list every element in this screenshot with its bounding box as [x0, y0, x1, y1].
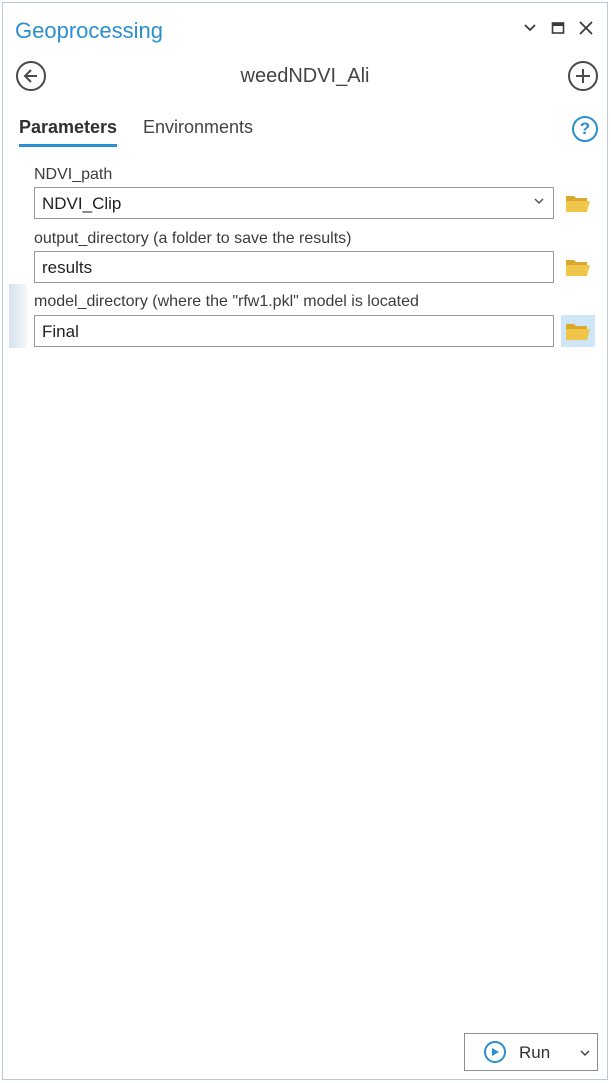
ndvi-path-value: NDVI_Clip — [42, 194, 122, 213]
folder-icon — [566, 260, 590, 276]
play-icon — [484, 1041, 506, 1063]
run-label: Run — [519, 1043, 551, 1062]
tab-parameters[interactable]: Parameters — [19, 117, 118, 147]
folder-icon — [566, 324, 590, 340]
tool-header: weedNDVI_Ali — [3, 61, 607, 97]
run-button[interactable]: Run — [464, 1033, 598, 1071]
browse-folder-button[interactable] — [561, 251, 595, 283]
ndvi-path-dropdown[interactable]: NDVI_Clip — [34, 187, 554, 219]
chevron-down-icon — [534, 198, 544, 205]
pane-title-bar: Geoprocessing — [3, 3, 607, 43]
output-directory-value: results — [42, 258, 93, 277]
geoprocessing-pane: Geoprocessing weedNDVI_Ali Parameters En… — [2, 2, 608, 1080]
param-label-model-directory: model_directory (where the "rfw1.pkl" mo… — [34, 293, 419, 310]
help-icon[interactable]: ? — [572, 116, 598, 142]
tool-title: weedNDVI_Ali — [240, 65, 370, 87]
pane-title: Geoprocessing — [15, 18, 163, 43]
active-parameter-indicator — [9, 284, 27, 348]
browse-folder-button[interactable] — [561, 187, 595, 219]
maximize-icon[interactable] — [547, 17, 569, 39]
folder-icon — [566, 196, 590, 212]
tab-environments[interactable]: Environments — [143, 117, 253, 144]
chevron-down-icon[interactable] — [519, 17, 541, 39]
browse-folder-button[interactable] — [561, 315, 595, 347]
model-directory-input[interactable]: Final — [34, 315, 554, 347]
output-directory-input[interactable]: results — [34, 251, 554, 283]
param-label-output-directory: output_directory (a folder to save the r… — [34, 230, 352, 247]
param-label-ndvi-path: NDVI_path — [34, 166, 113, 183]
chevron-down-icon[interactable] — [580, 1048, 590, 1058]
model-directory-value: Final — [42, 322, 79, 341]
close-icon[interactable] — [575, 17, 597, 39]
add-icon[interactable] — [568, 61, 598, 91]
